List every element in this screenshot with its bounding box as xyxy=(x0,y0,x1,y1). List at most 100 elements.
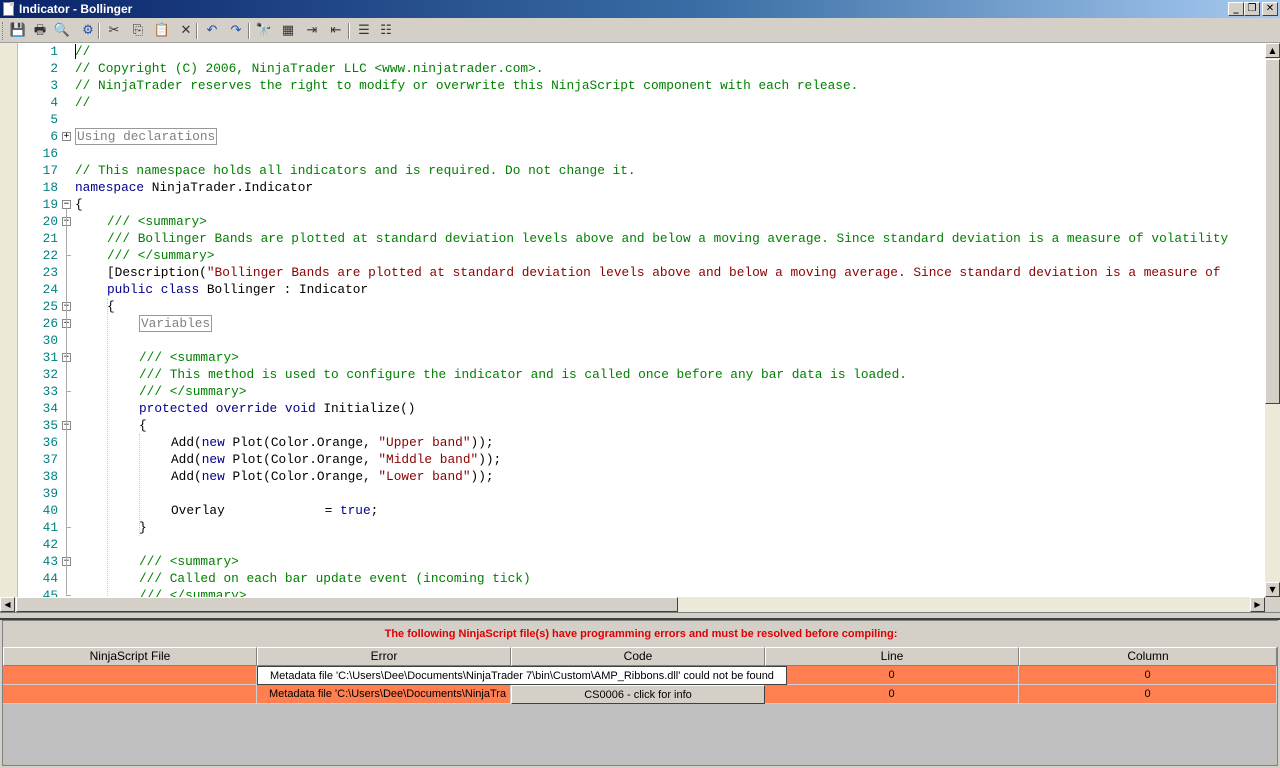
code-line[interactable]: 31−/// <summary> xyxy=(0,349,1265,366)
code-token: /// <summary> xyxy=(139,554,239,569)
save-icon[interactable]: 💾 xyxy=(8,22,28,40)
compile-icon[interactable]: ⚙ xyxy=(78,22,98,40)
fold-connector xyxy=(66,362,67,391)
collapsed-region[interactable]: Variables xyxy=(139,315,213,332)
column-header[interactable]: Code xyxy=(511,647,765,666)
column-header[interactable]: NinjaScript File xyxy=(3,647,257,666)
code-line[interactable]: 36 Add(new Plot(Color.Orange, "Upper band… xyxy=(0,434,1265,451)
code-text: /// Called on each bar update event (inc… xyxy=(139,570,531,587)
code-token: new xyxy=(201,452,225,467)
toolbar: 💾 🖶 🔍 ⚙ ✂ ⎘ 📋 ✕ ↶ ↷ 🔭 ▦ ⇥ ⇤ ☰ ☷ xyxy=(0,19,1280,43)
outdent-icon[interactable]: ⇤ xyxy=(326,22,346,40)
column-header[interactable]: Error xyxy=(257,647,511,666)
horizontal-scroll-thumb[interactable] xyxy=(16,597,678,612)
column-header[interactable]: Line xyxy=(765,647,1019,666)
code-line[interactable]: 45 /// </summary> xyxy=(0,587,1265,597)
code-line[interactable]: 40 Overlay = true; xyxy=(0,502,1265,519)
code-line[interactable]: 32 /// This method is used to configure t… xyxy=(0,366,1265,383)
code-line[interactable]: 30 xyxy=(0,332,1265,349)
code-token: Overlay = xyxy=(171,503,340,518)
find-replace-icon[interactable]: ▦ xyxy=(278,22,298,40)
code-text: // NinjaTrader reserves the right to mod… xyxy=(75,77,858,94)
error-cell-line[interactable]: 0 xyxy=(765,666,1019,685)
close-button[interactable]: ✕ xyxy=(1262,2,1278,16)
code-line[interactable]: 21 /// Bollinger Bands are plotted at sta… xyxy=(0,230,1265,247)
code-line[interactable]: 19−{ xyxy=(0,196,1265,213)
horizontal-scrollbar[interactable]: ◀ ▶ xyxy=(0,597,1265,612)
panel-splitter[interactable] xyxy=(0,612,1280,620)
code-line[interactable]: 37 Add(new Plot(Color.Orange, "Middle ban… xyxy=(0,451,1265,468)
code-line[interactable]: 42 xyxy=(0,536,1265,553)
indent-icon[interactable]: ⇥ xyxy=(302,22,322,40)
code-token: Initialize() xyxy=(315,401,416,416)
code-line[interactable]: 44 /// Called on each bar update event (i… xyxy=(0,570,1265,587)
error-info-button[interactable]: CS0006 - click for info xyxy=(511,685,765,704)
copy-icon[interactable]: ⎘ xyxy=(128,22,148,40)
code-line[interactable]: 41} xyxy=(0,519,1265,536)
code-token: { xyxy=(75,197,83,212)
code-token: // Copyright (C) 2006, NinjaTrader LLC <… xyxy=(75,61,544,76)
vertical-scroll-thumb[interactable] xyxy=(1265,59,1280,404)
delete-icon[interactable]: ✕ xyxy=(176,22,196,40)
code-token: // This namespace holds all indicators a… xyxy=(75,163,636,178)
scroll-up-icon[interactable]: ▲ xyxy=(1265,43,1280,58)
error-cell-column[interactable]: 0 xyxy=(1019,666,1277,685)
column-header[interactable]: Column xyxy=(1019,647,1277,666)
error-cell-error[interactable]: Metadata file 'C:\Users\Dee\Documents\Ni… xyxy=(257,666,787,685)
title-bar[interactable]: Indicator - Bollinger _ ❐ ✕ xyxy=(0,0,1280,18)
code-text: /// This method is used to configure the… xyxy=(139,366,907,383)
code-line[interactable]: 1 // xyxy=(0,43,1265,60)
code-line[interactable]: 26+Variables xyxy=(0,315,1265,332)
collapse-icon[interactable]: − xyxy=(62,200,71,209)
comment-icon[interactable]: ☰ xyxy=(354,22,374,40)
code-line[interactable]: 16 xyxy=(0,145,1265,162)
restore-button[interactable]: ❐ xyxy=(1244,2,1260,16)
redo-icon[interactable]: ↷ xyxy=(226,22,246,40)
code-token: Bollinger : Indicator xyxy=(199,282,369,297)
print-preview-icon[interactable]: 🔍 xyxy=(52,22,72,40)
code-token: Plot(Color.Orange, xyxy=(224,469,379,484)
code-line[interactable]: 24 public class Bollinger : Indicator xyxy=(0,281,1265,298)
scroll-down-icon[interactable]: ▼ xyxy=(1265,582,1280,597)
code-line[interactable]: 20−/// <summary> xyxy=(0,213,1265,230)
code-line[interactable]: 35−{ xyxy=(0,417,1265,434)
uncomment-icon[interactable]: ☷ xyxy=(376,22,396,40)
scroll-left-icon[interactable]: ◀ xyxy=(0,597,15,612)
error-cell-file[interactable] xyxy=(3,685,257,704)
fold-connector xyxy=(66,226,67,255)
vertical-scrollbar[interactable]: ▲ ▼ xyxy=(1265,43,1280,597)
code-line[interactable]: 39 xyxy=(0,485,1265,502)
code-line[interactable]: 43−/// <summary> xyxy=(0,553,1265,570)
code-line[interactable]: 38 Add(new Plot(Color.Orange, "Lower band… xyxy=(0,468,1265,485)
print-icon[interactable]: 🖶 xyxy=(30,22,50,40)
line-number: 24 xyxy=(42,282,58,297)
error-cell-column[interactable]: 0 xyxy=(1019,685,1277,704)
code-line[interactable]: 18 namespace NinjaTrader.Indicator xyxy=(0,179,1265,196)
code-line[interactable]: 17 // This namespace holds all indicators… xyxy=(0,162,1265,179)
toolbar-grip[interactable] xyxy=(2,22,5,40)
code-line[interactable]: 34 protected override void Initialize() xyxy=(0,400,1265,417)
code-token: ; xyxy=(370,503,379,518)
error-cell-error[interactable]: Metadata file 'C:\Users\Dee\Documents\Ni… xyxy=(257,685,511,704)
code-line[interactable]: 25−{ xyxy=(0,298,1265,315)
code-line[interactable]: 33 /// </summary> xyxy=(0,383,1265,400)
paste-icon[interactable]: 📋 xyxy=(152,22,172,40)
error-cell-line[interactable]: 0 xyxy=(765,685,1019,704)
expand-icon[interactable]: + xyxy=(62,132,71,141)
code-line[interactable]: 2 // Copyright (C) 2006, NinjaTrader LLC … xyxy=(0,60,1265,77)
code-line[interactable]: 3 // NinjaTrader reserves the right to mo… xyxy=(0,77,1265,94)
code-line[interactable]: 23 [Description("Bollinger Bands are plot… xyxy=(0,264,1265,281)
line-number: 30 xyxy=(42,333,58,348)
cut-icon[interactable]: ✂ xyxy=(104,22,124,40)
code-line[interactable]: 22 /// </summary> xyxy=(0,247,1265,264)
error-cell-file[interactable] xyxy=(3,666,257,685)
undo-icon[interactable]: ↶ xyxy=(202,22,222,40)
code-line[interactable]: 4 // xyxy=(0,94,1265,111)
find-icon[interactable]: 🔭 xyxy=(254,22,274,40)
minimize-button[interactable]: _ xyxy=(1228,2,1244,16)
code-line[interactable]: 6 + Using declarations xyxy=(0,128,1265,145)
scroll-right-icon[interactable]: ▶ xyxy=(1250,597,1265,612)
code-editor[interactable]: 1 // 2 // Copyright (C) 2006, NinjaTrader L… xyxy=(0,43,1265,597)
code-line[interactable]: 5 xyxy=(0,111,1265,128)
collapsed-region[interactable]: Using declarations xyxy=(75,128,218,145)
